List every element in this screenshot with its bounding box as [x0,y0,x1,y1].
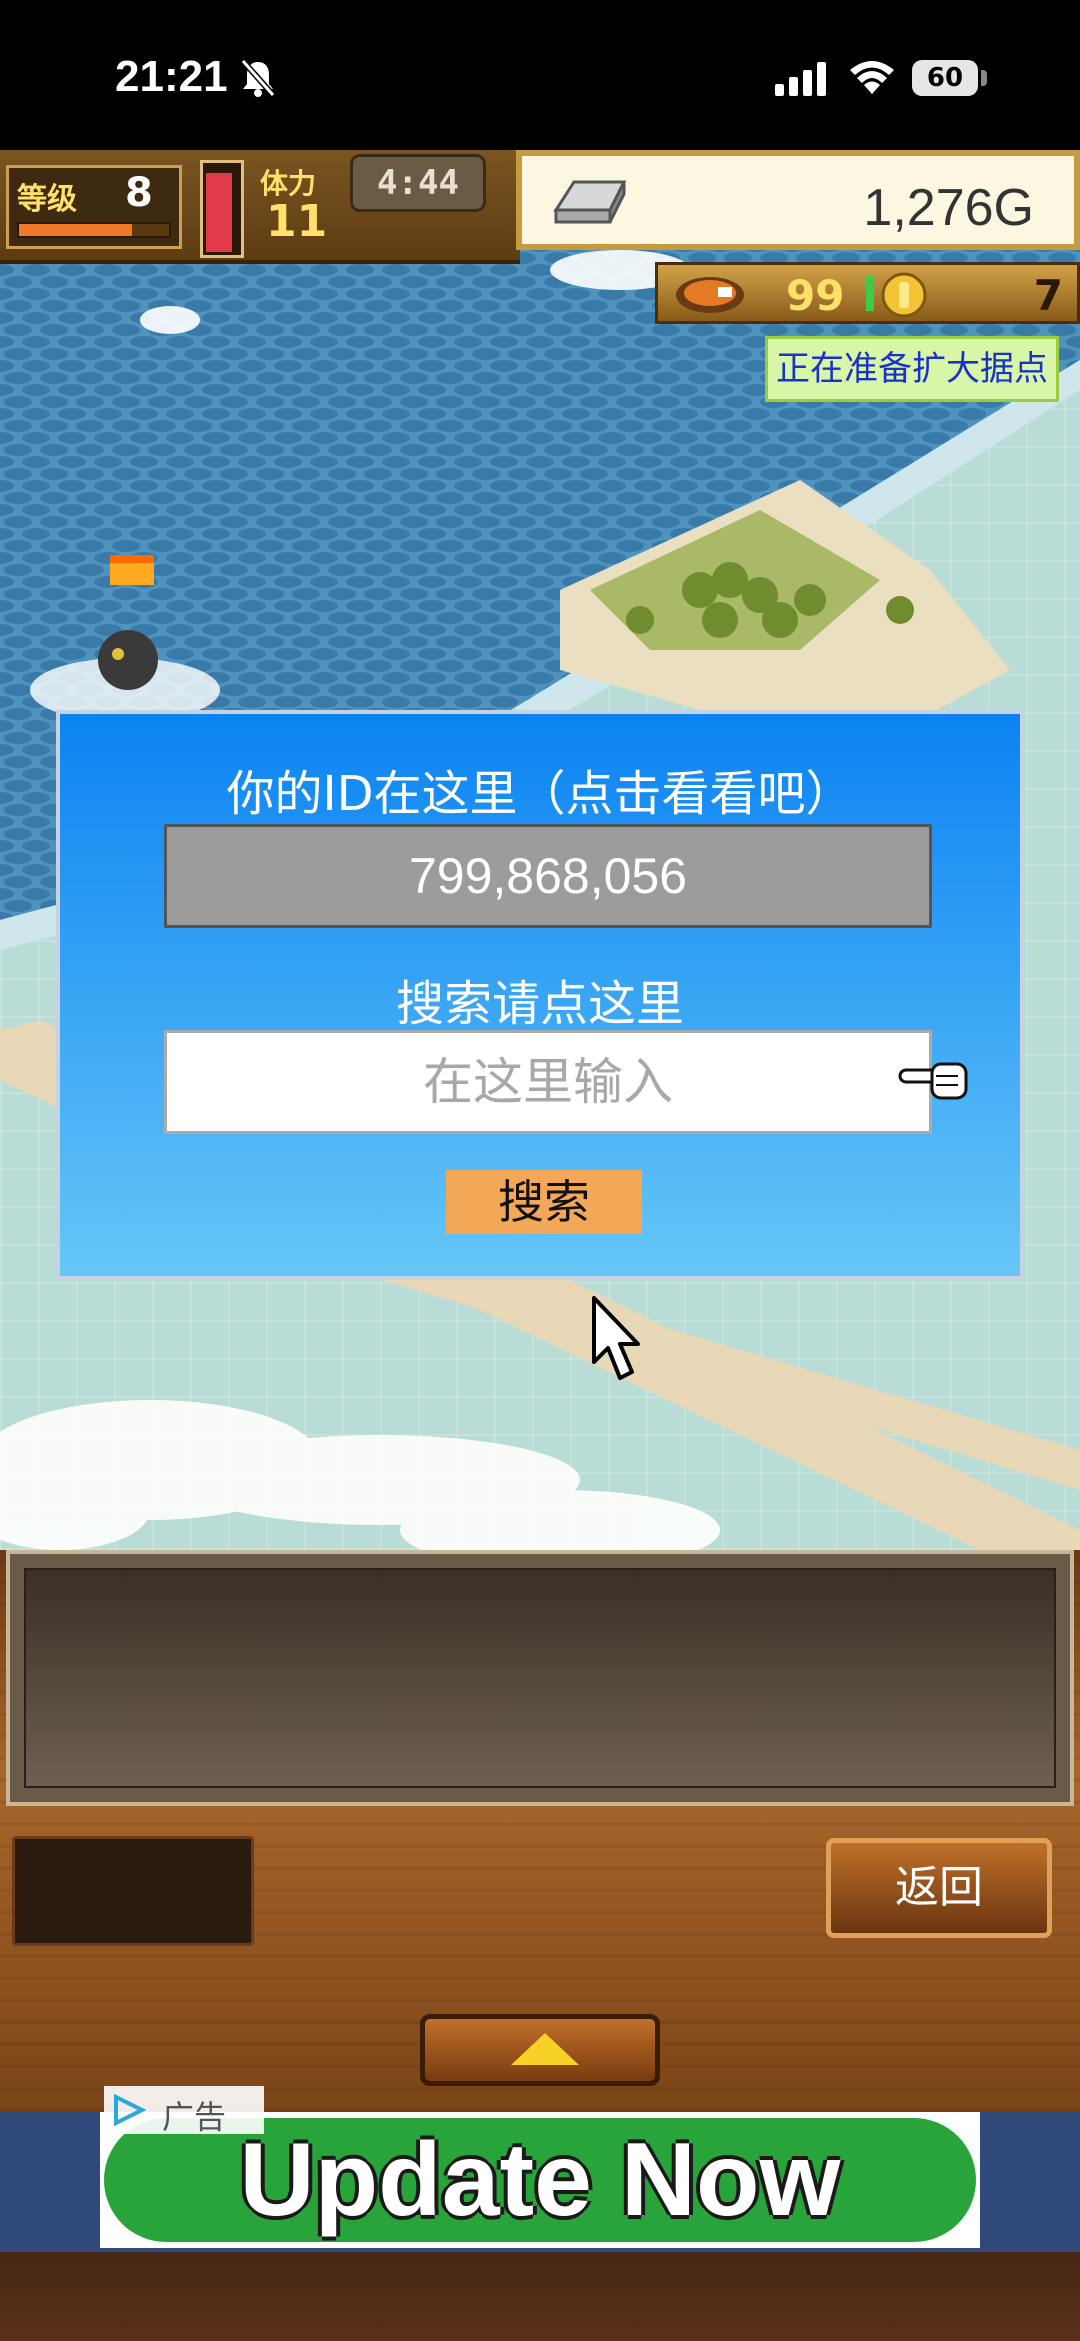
id-search-dialog: 你的ID在这里（点击看看吧） 799,868,056 搜索请点这里 搜索 [56,710,1024,1280]
message-frame [6,1550,1074,1806]
money-value: 1,276G [863,179,1034,237]
status-bar: 21:21 60 [0,0,1080,150]
player-id-field[interactable]: 799,868,056 [164,824,932,928]
stamina-value: 11 [266,196,328,247]
status-time: 21:21 [115,52,228,101]
bell-off-icon [240,59,276,97]
level-progress-fill [19,224,132,236]
level-value: 8 [125,170,153,216]
notice-text: 正在准备扩大据点 [776,349,1048,389]
wifi-icon [850,61,894,94]
stamina-indicator: 体力 11 [250,160,350,250]
money-panel[interactable]: 1,276G [516,150,1080,250]
ad-play-icon [114,2094,146,2126]
bottom-panel: 返回 [0,1550,1080,2112]
message-box [24,1568,1056,1788]
player-id-value: 799,868,056 [408,848,688,904]
pointer-hand-icon [898,1062,968,1100]
battery-level: 60 [926,63,964,93]
level-progress-bar [17,222,171,238]
search-input[interactable] [164,1030,932,1134]
expand-menu-button[interactable] [420,2014,660,2086]
dialog-title: 你的ID在这里（点击看看吧） [226,766,854,822]
notice-banner: 正在准备扩大据点 [765,336,1059,402]
ad-area: Update Now [0,2112,1080,2341]
level-indicator: 等级 8 [6,165,182,249]
ingot-icon [553,180,627,224]
stamina-bar [200,160,244,258]
signal-icon [775,62,826,96]
coin-icon [881,272,927,318]
food-icon [676,277,744,313]
top-hud: 等级 8 体力 11 4:44 1,276G 99 7 [0,150,1080,324]
food-level-bar [866,275,874,311]
ad-label: 广告 [162,2098,227,2136]
ad-label-badge[interactable]: 广告 [104,2086,264,2136]
hud-status-panel: 等级 8 体力 11 4:44 [0,150,520,264]
food-value: 99 [786,271,845,320]
battery-tip [981,70,987,86]
search-hint: 搜索请点这里 [395,976,684,1032]
search-button[interactable]: 搜索 [446,1170,642,1234]
empty-slot[interactable] [12,1836,254,1946]
level-label: 等级 [17,182,77,217]
resource-bar: 99 7 [655,262,1080,324]
stamina-fill [206,172,232,252]
up-arrow-icon [511,2033,579,2065]
back-button[interactable]: 返回 [826,1838,1052,1938]
cursor-icon [592,1296,640,1380]
coin-value: 7 [1033,271,1063,320]
battery-indicator: 60 [912,60,978,96]
timer-plate: 4:44 [350,154,486,212]
timer-value: 4:44 [377,163,459,203]
